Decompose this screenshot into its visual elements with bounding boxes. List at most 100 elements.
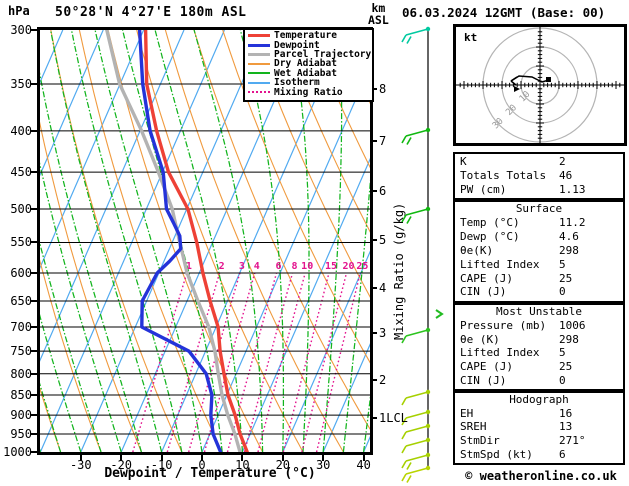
temperature-tick-label: -30	[69, 458, 92, 472]
row-label: StmSpd (kt)	[460, 447, 533, 461]
pressure-tick	[31, 241, 38, 244]
table-row: CAPE (J) 25	[455, 271, 623, 285]
temperature-tick-label: 20	[275, 458, 291, 472]
pressure-tick	[31, 372, 38, 375]
mixing-ratio-value: 3	[239, 261, 245, 272]
height-tick-label: 6	[379, 184, 387, 198]
mixing-ratio-value: 15	[325, 261, 337, 272]
table-row: SREH 13	[455, 420, 623, 434]
pressure-tick-label: 700	[10, 319, 32, 334]
pressure-tick	[31, 83, 38, 86]
wind-barb-tick	[406, 475, 412, 483]
table-row: θe(K) 298	[455, 244, 623, 258]
table-row: CAPE (J) 25	[455, 360, 623, 374]
pressure-tick-label: 450	[10, 165, 32, 180]
dry-adiabat-line	[40, 121, 142, 452]
row-value: 298	[559, 332, 579, 346]
pressure-tick	[31, 208, 38, 211]
panel-title: Hodograph	[509, 393, 569, 406]
row-value: 46	[559, 168, 573, 182]
height-tick	[370, 379, 377, 381]
height-tick	[370, 287, 377, 289]
table-row: Totals Totals 46	[455, 168, 623, 182]
hodograph-panel: Hodograph EH 16 SREH 13 StmDir 271° StmSpd (kt)…	[453, 391, 625, 465]
temperature-tick-label: -10	[150, 458, 173, 472]
station-title: 50°28'N 4°27'E 180m ASL	[55, 5, 247, 20]
mixing-ratio-value: 2	[219, 261, 225, 272]
pressure-tick-label: 500	[10, 202, 32, 217]
wet-adiabat-line	[40, 314, 82, 452]
pressure-tick	[31, 171, 38, 174]
temperature-tick-label: -20	[110, 458, 133, 472]
wind-barb-shaft	[405, 28, 429, 36]
wind-barb-shaft	[405, 129, 429, 137]
temperature-tick-label: 40	[356, 458, 371, 472]
table-row: K2	[455, 154, 623, 168]
table-row: Lifted Index 5	[455, 346, 623, 360]
row-label: SREH	[460, 420, 487, 434]
wind-barb-shaft	[405, 454, 429, 462]
wind-barb-tick	[401, 431, 407, 440]
table-row: Lifted Index 5	[455, 257, 623, 271]
row-label: EH	[460, 406, 474, 420]
pressure-tick-label: 650	[10, 294, 32, 308]
pressure-tick-label: 550	[10, 235, 32, 250]
isotherm-line	[80, 30, 266, 452]
row-value: 0	[559, 285, 566, 299]
wind-barb-shaft	[405, 439, 429, 447]
pressure-tick-label: 800	[10, 366, 32, 381]
temperature-tick-label: 0	[198, 458, 206, 472]
legend-swatch	[248, 34, 270, 38]
height-tick	[370, 417, 377, 419]
row-label: Dewp (°C)	[460, 230, 520, 244]
height-tick-label: 2	[379, 373, 387, 387]
pressure-tick-label: 1000	[3, 445, 32, 459]
mixing-ratio-value: 4	[254, 261, 260, 272]
row-label: StmDir	[460, 434, 500, 448]
pressure-tick-label: 350	[10, 77, 32, 92]
row-value: 4.6	[559, 230, 579, 244]
wind-barb-tick	[406, 137, 412, 145]
wind-barb-shaft	[405, 208, 429, 216]
row-value: 1006	[559, 318, 586, 332]
temperature-tick-label: 10	[235, 458, 250, 472]
pressure-tick	[31, 451, 38, 453]
wind-barb-tick	[406, 216, 412, 224]
table-row: StmSpd (kt) 6	[455, 447, 623, 461]
surface-panel: Surface Temp (°C) 11.2 Dewp (°C) 4.6 θe(K) 298…	[453, 200, 625, 303]
hodograph-trace-arrow	[510, 76, 518, 82]
pressure-tick-label: 600	[10, 265, 32, 280]
row-label: CIN (J)	[460, 373, 507, 387]
legend-swatch	[248, 72, 270, 75]
panel-title: Most Unstable	[495, 305, 583, 318]
row-value: 298	[559, 243, 579, 257]
mixing-ratio-value: 6	[275, 261, 281, 272]
wind-barb-tick	[406, 36, 412, 44]
pressure-tick	[31, 129, 38, 132]
legend-swatch	[248, 52, 270, 56]
wind-barb-tick	[401, 460, 407, 469]
table-row: CIN (J) 0	[455, 285, 623, 299]
wind-barb-tick	[406, 462, 412, 470]
table-row: Temp (°C) 11.2	[455, 216, 623, 230]
row-value: 2	[559, 154, 566, 168]
height-tick	[370, 239, 377, 241]
legend-swatch	[248, 91, 270, 94]
row-label: CIN (J)	[460, 285, 507, 299]
row-label: CAPE (J)	[460, 359, 513, 373]
wind-barb-tick	[401, 335, 407, 344]
height-tick-label: 3	[379, 326, 387, 340]
pressure-tick-label: 950	[10, 427, 32, 442]
row-label: Totals Totals	[460, 168, 547, 182]
row-label: CAPE (J)	[460, 271, 513, 285]
legend-swatch	[248, 62, 270, 65]
pressure-tick	[31, 350, 38, 353]
height-tick-label: 5	[379, 233, 387, 247]
row-label: θe (K)	[460, 332, 500, 346]
wind-barb-tick	[401, 445, 407, 454]
table-row: θe (K) 298	[455, 332, 623, 346]
height-tick-label: 1LCL	[379, 411, 408, 425]
row-value: 13	[559, 420, 573, 434]
pressure-tick-label: 850	[10, 388, 32, 403]
wind-barb-tick	[401, 397, 407, 406]
